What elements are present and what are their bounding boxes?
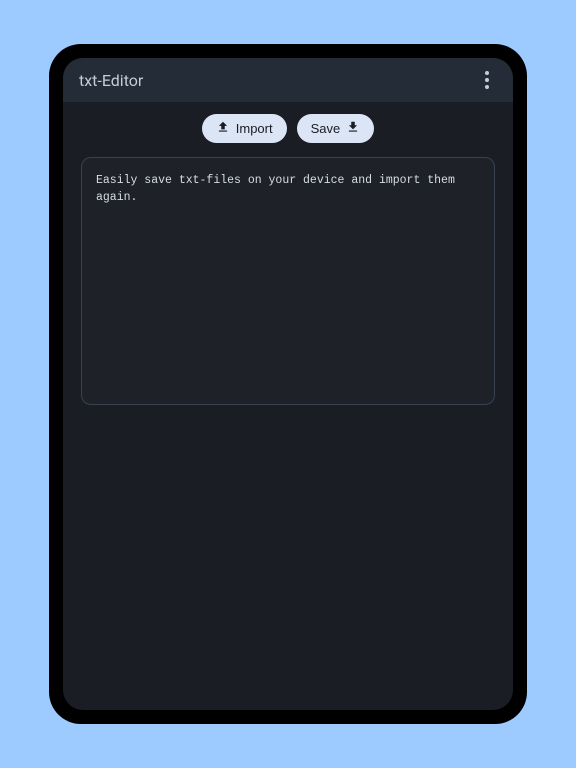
- save-button[interactable]: Save: [297, 114, 375, 143]
- upload-icon: [216, 120, 230, 137]
- toolbar: Import Save: [63, 102, 513, 157]
- tablet-frame: txt-Editor Import Save: [49, 44, 527, 724]
- download-icon: [346, 120, 360, 137]
- text-editor-input[interactable]: [81, 157, 495, 405]
- save-button-label: Save: [311, 121, 341, 136]
- import-button[interactable]: Import: [202, 114, 287, 143]
- app-title: txt-Editor: [79, 71, 143, 90]
- app-header: txt-Editor: [63, 58, 513, 102]
- editor-container: [81, 157, 495, 409]
- more-options-icon[interactable]: [477, 63, 497, 97]
- tablet-screen: txt-Editor Import Save: [63, 58, 513, 710]
- import-button-label: Import: [236, 121, 273, 136]
